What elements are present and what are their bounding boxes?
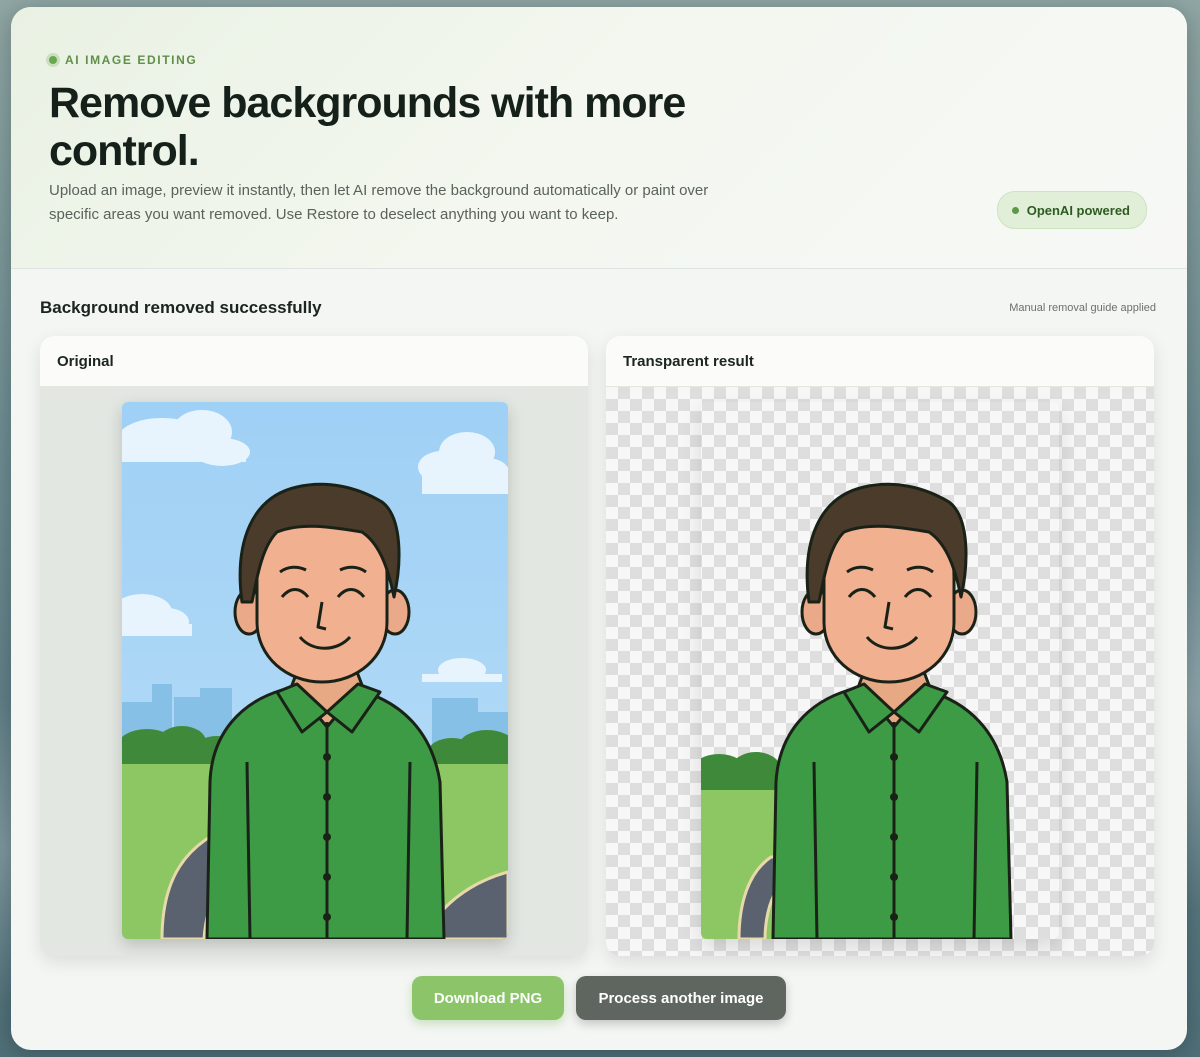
status-note: Manual removal guide applied (1009, 302, 1156, 314)
hero-section: AI IMAGE EDITING Remove backgrounds with… (11, 7, 1187, 269)
status-title: Background removed successfully (40, 298, 322, 317)
badge-label: OpenAI powered (1026, 202, 1130, 218)
process-another-button[interactable]: Process another image (576, 976, 786, 1020)
status-dot-icon (49, 56, 57, 64)
original-label: Original (57, 352, 114, 370)
result-panel: Transparent result (606, 336, 1154, 956)
app-card: AI IMAGE EDITING Remove backgrounds with… (11, 7, 1187, 1050)
eyebrow: AI IMAGE EDITING (49, 53, 197, 67)
original-illustration (122, 402, 508, 939)
original-image (122, 402, 508, 939)
badge-dot-icon (1011, 206, 1019, 214)
result-illustration (701, 482, 1013, 939)
page-description: Upload an image, preview it instantly, t… (49, 182, 709, 223)
result-label: Transparent result (623, 352, 754, 370)
eyebrow-label: AI IMAGE EDITING (65, 53, 198, 67)
original-panel: Original (40, 336, 588, 956)
action-bar: Download PNG Process another image (11, 976, 1187, 1020)
result-panel-header: Transparent result (606, 336, 1154, 387)
original-panel-header: Original (40, 336, 588, 387)
openai-badge: OpenAI powered (996, 191, 1147, 229)
page-title: Remove backgrounds with more control. (49, 79, 686, 175)
download-png-button[interactable]: Download PNG (412, 976, 564, 1020)
result-image (701, 402, 1059, 939)
